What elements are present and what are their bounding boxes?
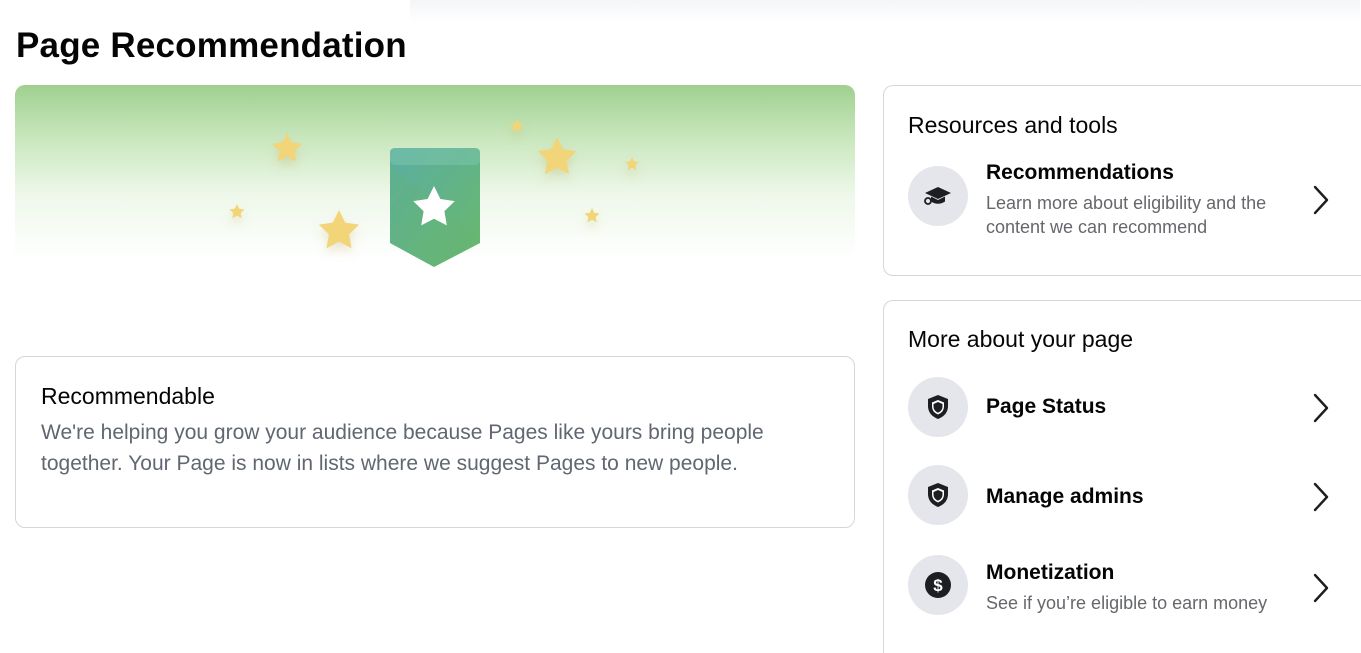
page-status-label: Page Status xyxy=(986,395,1107,418)
chevron-right-icon xyxy=(1313,573,1329,603)
resources-card: Resources and tools Recommendations Lear… xyxy=(883,85,1361,276)
shield-icon xyxy=(908,465,968,525)
page-status-row[interactable]: Page Status xyxy=(884,367,1361,447)
resources-title: Resources and tools xyxy=(908,112,1118,138)
star-decoration xyxy=(229,204,245,219)
chevron-right-icon xyxy=(1313,482,1329,512)
more-about-page-title: More about your page xyxy=(908,326,1134,352)
recommendation-status-card: Recommendable We're helping you grow you… xyxy=(15,356,855,528)
recommendations-row[interactable]: Recommendations Learn more about eligibi… xyxy=(884,156,1361,237)
page-title: Page Recommendation xyxy=(16,26,407,65)
recommendations-description: Learn more about eligibility and the con… xyxy=(986,193,1267,237)
status-title: Recommendable xyxy=(41,383,215,409)
star-decoration xyxy=(510,119,524,132)
more-about-page-card: More about your page Page Status Manage … xyxy=(883,300,1361,653)
top-fade-bar xyxy=(410,0,1360,22)
star-decoration xyxy=(272,133,302,162)
star-decoration xyxy=(625,157,639,170)
graduation-cap-icon xyxy=(908,166,968,226)
manage-admins-label: Manage admins xyxy=(986,485,1144,508)
recommendation-banner xyxy=(15,85,855,275)
monetization-description: See if you’re eligible to earn money xyxy=(986,593,1268,613)
star-decoration xyxy=(318,210,360,249)
svg-text:$: $ xyxy=(933,576,943,595)
manage-admins-row[interactable]: Manage admins xyxy=(884,457,1361,537)
chevron-right-icon xyxy=(1313,393,1329,423)
recommendations-label: Recommendations xyxy=(986,161,1174,184)
badge-icon xyxy=(390,148,480,267)
star-decoration xyxy=(584,208,600,223)
monetization-row[interactable]: $ Monetization See if you’re eligible to… xyxy=(884,547,1361,627)
banner-illustration xyxy=(229,119,639,267)
chevron-right-icon xyxy=(1313,185,1329,215)
star-decoration xyxy=(537,137,577,174)
dollar-coin-icon: $ xyxy=(908,555,968,615)
shield-icon xyxy=(908,377,968,437)
status-description: We're helping you grow your audience bec… xyxy=(41,421,764,475)
monetization-label: Monetization xyxy=(986,561,1115,584)
